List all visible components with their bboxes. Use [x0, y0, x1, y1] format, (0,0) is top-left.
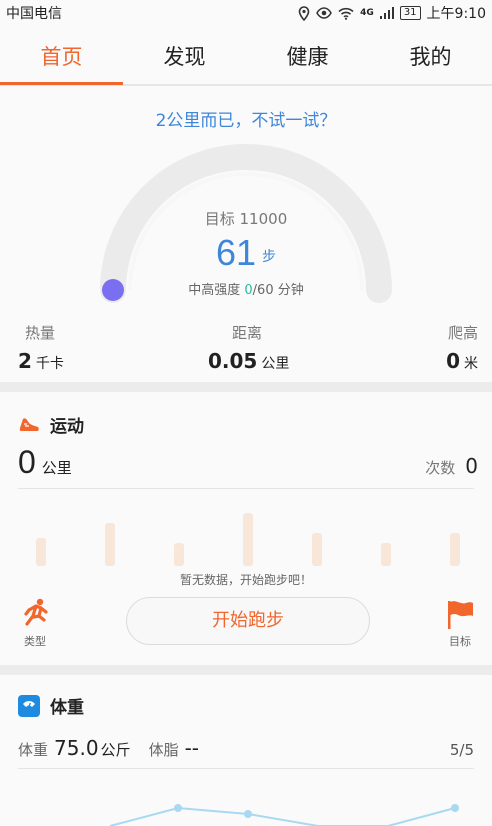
weight-label: 体重 [18, 741, 49, 759]
tab-discover[interactable]: 发现 [123, 30, 246, 84]
step-count-value: 61 [215, 232, 257, 273]
exercise-goal-label: 目标 [449, 635, 471, 648]
placeholder-bar [312, 533, 322, 566]
weight-trend-line [109, 806, 456, 826]
body-fat-label: 体脂 [148, 741, 179, 759]
calories-label: 热量 [25, 324, 56, 342]
placeholder-bar [36, 538, 46, 566]
weight-point [244, 810, 252, 818]
section-divider [0, 665, 492, 675]
weight-unit: 公斤 [100, 741, 131, 759]
calendar-day-icon: 31 [399, 6, 421, 20]
no-data-message: 暂无数据，开始跑步吧！ [179, 573, 312, 587]
exercise-distance-value: 0 [18, 444, 36, 480]
exercise-card-title[interactable]: 运动 [18, 412, 84, 437]
scale-icon [18, 694, 40, 717]
weight-value: 75.0 [54, 736, 99, 760]
metric-distance[interactable]: 距离 0.05 公里 [208, 322, 289, 373]
intensity-suffix: /60 分钟 [252, 283, 304, 298]
exercise-distance: 0 公里 [18, 444, 72, 481]
climb-value: 0米 [446, 349, 478, 373]
calories-value: 2 千卡 [18, 349, 64, 373]
active-tab-indicator [0, 82, 123, 85]
step-unit: 步 [262, 248, 277, 264]
placeholder-bar [243, 513, 253, 566]
weight-card-title[interactable]: 体重 [18, 693, 84, 718]
top-tabs: 首页 发现 健康 我的 [0, 30, 492, 86]
intensity-value: 0 [244, 283, 253, 298]
exercise-count-value: 0 [465, 454, 478, 478]
calories-unit: 千卡 [35, 356, 64, 372]
calories-number: 2 [18, 349, 32, 373]
step-count: 61 步 [0, 232, 492, 274]
exercise-count-label: 次数 [425, 459, 456, 477]
exercise-distance-unit: 公里 [41, 460, 72, 477]
clock: 上午9:10 [426, 6, 486, 22]
network-type: 4G [360, 8, 374, 18]
intensity-minutes: 中高强度 0/60 分钟 [0, 279, 492, 298]
exercise-title-text: 运动 [50, 417, 84, 437]
signal-icon [379, 7, 394, 19]
goal-hint[interactable]: 2公里而已，不试一试？ [0, 106, 492, 131]
runner-icon [24, 598, 48, 626]
metric-climb[interactable]: 爬高 0米 [446, 322, 478, 373]
climb-label: 爬高 [447, 324, 478, 342]
location-icon [298, 5, 310, 21]
intensity-prefix: 中高强度 [188, 283, 245, 298]
weight-point [174, 804, 182, 812]
placeholder-bar [381, 543, 391, 566]
distance-value: 0.05 公里 [208, 349, 289, 373]
exercise-count: 次数 0 [425, 454, 478, 478]
start-running-button[interactable]: 开始跑步 [126, 597, 370, 645]
weight-summary: 体重 75.0 公斤 体脂 -- 5/5 [18, 736, 474, 760]
running-shoe-icon [19, 417, 39, 431]
eye-icon [316, 7, 333, 19]
metric-calories[interactable]: 热量 2 千卡 [18, 322, 64, 373]
placeholder-bar [450, 533, 460, 566]
weight-title-text: 体重 [50, 698, 84, 718]
placeholder-bar [105, 523, 115, 566]
distance-number: 0.05 [208, 349, 258, 373]
section-divider [0, 382, 492, 392]
carrier-name: 中国电信 [6, 6, 62, 22]
exercise-type-label: 类型 [24, 635, 46, 648]
tab-me[interactable]: 我的 [369, 30, 492, 84]
step-target: 目标 11000 [204, 210, 288, 228]
climb-number: 0 [446, 349, 460, 373]
exercise-divider-line [18, 488, 474, 489]
wifi-icon [338, 7, 354, 20]
status-icons: 4G 31 上午9:10 [298, 3, 486, 23]
weight-point [451, 804, 459, 812]
flag-icon [448, 601, 473, 629]
weight-divider-line [18, 768, 474, 769]
distance-unit: 公里 [261, 356, 290, 372]
exercise-type-button[interactable]: 类型 [20, 598, 50, 649]
status-bar: 中国电信 4G 31 上午9:10 [0, 0, 492, 26]
placeholder-bar [174, 543, 184, 566]
body-fat-value: -- [184, 736, 200, 760]
climb-unit: 米 [464, 356, 478, 372]
tab-health[interactable]: 健康 [246, 30, 369, 84]
weight-record-count: 5/5 [449, 741, 474, 759]
weight-trend-chart[interactable] [0, 780, 492, 826]
tab-home[interactable]: 首页 [0, 30, 123, 84]
distance-label: 距离 [232, 324, 263, 342]
daily-metrics: 热量 2 千卡 距离 0.05 公里 爬高 0米 [0, 322, 492, 382]
exercise-goal-button[interactable]: 目标 [446, 600, 474, 649]
